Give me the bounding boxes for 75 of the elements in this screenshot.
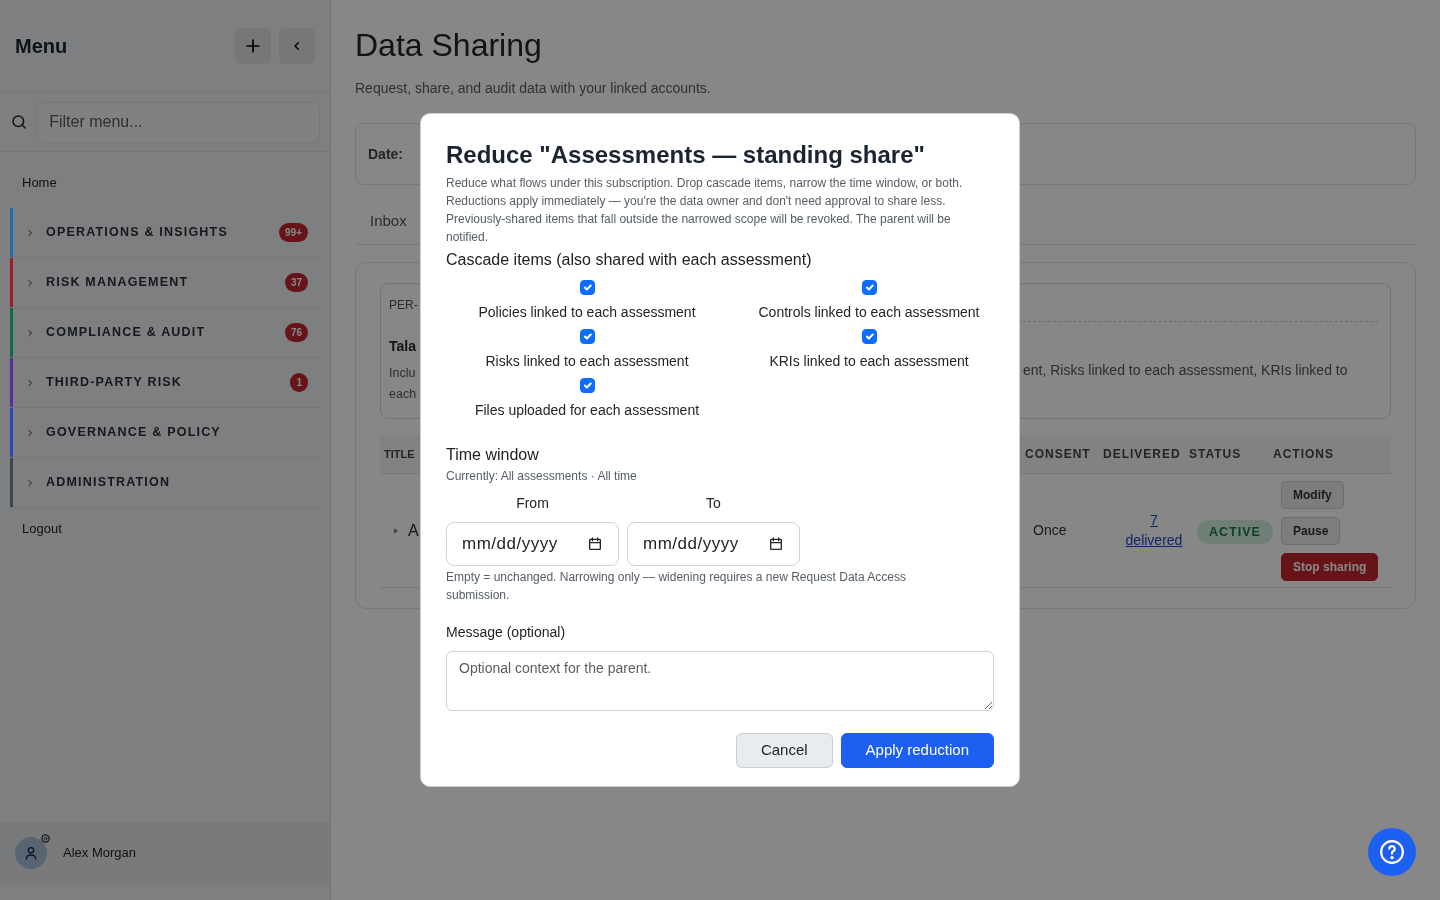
column-header: ACTIONS (1273, 446, 1335, 464)
sidebar-title: Menu (15, 34, 68, 59)
calendar-icon[interactable] (768, 535, 784, 552)
table-cell-text: Once (1033, 521, 1068, 541)
page-subtitle: Request, share, and audit data with your linked accounts. (355, 79, 712, 99)
avatar[interactable] (15, 837, 47, 869)
field-label: To (706, 493, 721, 513)
section-label: ADMINISTRATION (46, 474, 172, 492)
section-label: COMPLIANCE & AUDIT (46, 324, 207, 342)
section-label: RISK MANAGEMENT (46, 274, 190, 292)
record-description: ent, Risks linked to each assessment, KRIs linked to (1023, 361, 1349, 381)
field-hint: Empty = unchanged. Narrowing only — widening requires a new Request Data Access submission. (446, 568, 907, 604)
section-label: GOVERNANCE & POLICY (46, 424, 222, 442)
calendar-icon[interactable] (587, 535, 603, 552)
section-heading: Cascade items (also shared with each assessment) (446, 249, 813, 270)
checkbox-label[interactable]: Files uploaded for each assessment (474, 399, 700, 421)
current-scope: Currently: All assessments · All time (446, 467, 638, 485)
checkbox-label[interactable]: Policies linked to each assessment (478, 301, 696, 323)
menu-section[interactable]: COMPLIANCE & AUDIT 76 (10, 308, 320, 358)
gear-icon (40, 833, 51, 844)
count-badge: 76 (284, 323, 308, 342)
checkbox[interactable] (861, 328, 877, 344)
record-title: Tala (389, 337, 417, 357)
page-title: Data Sharing (355, 26, 543, 65)
field-label: Message (optional) (446, 622, 567, 642)
action-button[interactable]: Pause (1281, 516, 1341, 545)
menu-section[interactable]: RISK MANAGEMENT 37 (10, 258, 320, 308)
section-label: OPERATIONS & INSIGHTS (46, 224, 229, 242)
user-name: Alex Morgan (63, 844, 136, 863)
checkbox-label[interactable]: Risks linked to each assessment (485, 350, 689, 372)
date-field[interactable]: mm/dd/yyyy (627, 521, 800, 566)
column-header: TITLE (384, 448, 415, 461)
checkbox[interactable] (579, 377, 595, 393)
expand-icon[interactable] (392, 526, 400, 535)
count-badge: 37 (284, 273, 308, 292)
column-header: STATUS (1189, 446, 1243, 464)
delivered-link[interactable]: 7 delivered (1125, 509, 1183, 550)
record-code: PER- (389, 297, 418, 315)
column-header: DELIVERED (1103, 446, 1182, 464)
checkbox-label[interactable]: Controls linked to each assessment (758, 301, 980, 323)
section-label: THIRD-PARTY RISK (46, 374, 184, 392)
add-button[interactable] (235, 28, 271, 64)
person-icon (23, 845, 39, 861)
help-icon (1379, 839, 1405, 865)
field-label: From (516, 493, 549, 513)
count-badge: 99+ (279, 223, 308, 242)
checkbox[interactable] (579, 279, 595, 295)
tab[interactable]: Inbox (355, 209, 422, 245)
checkbox[interactable] (861, 279, 877, 295)
status-badge: ACTIVE (1197, 519, 1273, 544)
record-description: Inclu each (389, 365, 418, 404)
apply-button[interactable]: Apply reduction (840, 732, 994, 768)
menu-link[interactable]: Logout (0, 514, 330, 544)
dialog-title: Reduce "Assessments — standing share" (446, 141, 926, 170)
cancel-button[interactable]: Cancel (735, 732, 833, 768)
menu-section[interactable]: GOVERNANCE & POLICY (10, 408, 320, 458)
section-heading: Time window (446, 444, 540, 465)
count-badge: 1 (290, 373, 308, 392)
filter-field[interactable]: Filter menu... (36, 101, 320, 143)
date-field[interactable]: mm/dd/yyyy (446, 521, 619, 566)
help-button[interactable] (1368, 828, 1416, 876)
menu-section[interactable]: OPERATIONS & INSIGHTS 99+ (10, 208, 320, 258)
search-icon (10, 112, 29, 132)
menu-link[interactable]: Home (0, 168, 330, 198)
menu-section[interactable]: ADMINISTRATION (10, 458, 320, 508)
checkbox-label[interactable]: KRIs linked to each assessment (769, 350, 969, 372)
dialog-description: Reduce what flows under this subscription. Drop cascade items, narrow the time window, or both. Reductions apply immediately — you're the data owner and don't need approval to share less. Previously-shared items that fall outside the narrowed scope will be revoked. The parent will be notified. (446, 174, 964, 246)
checkbox[interactable] (579, 328, 595, 344)
message-field[interactable]: Optional context for the parent. (446, 650, 994, 711)
table-cell-text: A (408, 520, 419, 541)
menu-section[interactable]: THIRD-PARTY RISK 1 (10, 358, 320, 408)
stop-button[interactable]: Stop sharing (1281, 552, 1379, 581)
column-header: CONSENT (1025, 446, 1092, 464)
date-label: Date: (368, 144, 403, 164)
action-button[interactable]: Modify (1281, 480, 1344, 509)
